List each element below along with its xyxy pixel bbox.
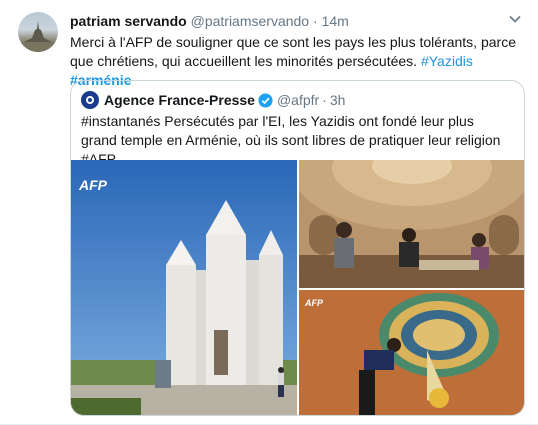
chevron-down-icon[interactable] [508,12,522,26]
afp-logo-small: AFP [305,298,323,308]
verified-icon [258,92,273,108]
quoted-tweet[interactable]: Agence France-Presse @afpfr · 3h #instan… [70,80,525,416]
media-grid: AFP AFP [71,160,524,415]
author-name[interactable]: patriam servando [70,13,187,29]
quote-author-name[interactable]: Agence France-Presse [104,92,255,108]
photo-temple[interactable]: AFP [71,160,297,415]
quote-time[interactable]: 3h [330,92,346,108]
tweet[interactable]: patriam servando @patriamservando · 14m … [0,0,538,425]
author-handle[interactable]: @patriamservando [191,13,310,29]
quote-separator: · [322,92,327,108]
afp-logo: AFP [79,177,107,193]
hashtag-yazidis[interactable]: #Yazidis [421,53,473,69]
photo-interior[interactable] [299,160,524,288]
photo-peacock-mural[interactable]: AFP [299,290,524,415]
separator: · [313,13,318,29]
quote-header: Agence France-Presse @afpfr · 3h [81,91,345,109]
quote-author-handle[interactable]: @afpfr [277,92,319,108]
tweet-time[interactable]: 14m [322,13,349,29]
author-avatar[interactable] [18,12,58,52]
afp-avatar[interactable] [81,91,99,109]
tweet-header: patriam servando @patriamservando · 14m [70,13,349,29]
